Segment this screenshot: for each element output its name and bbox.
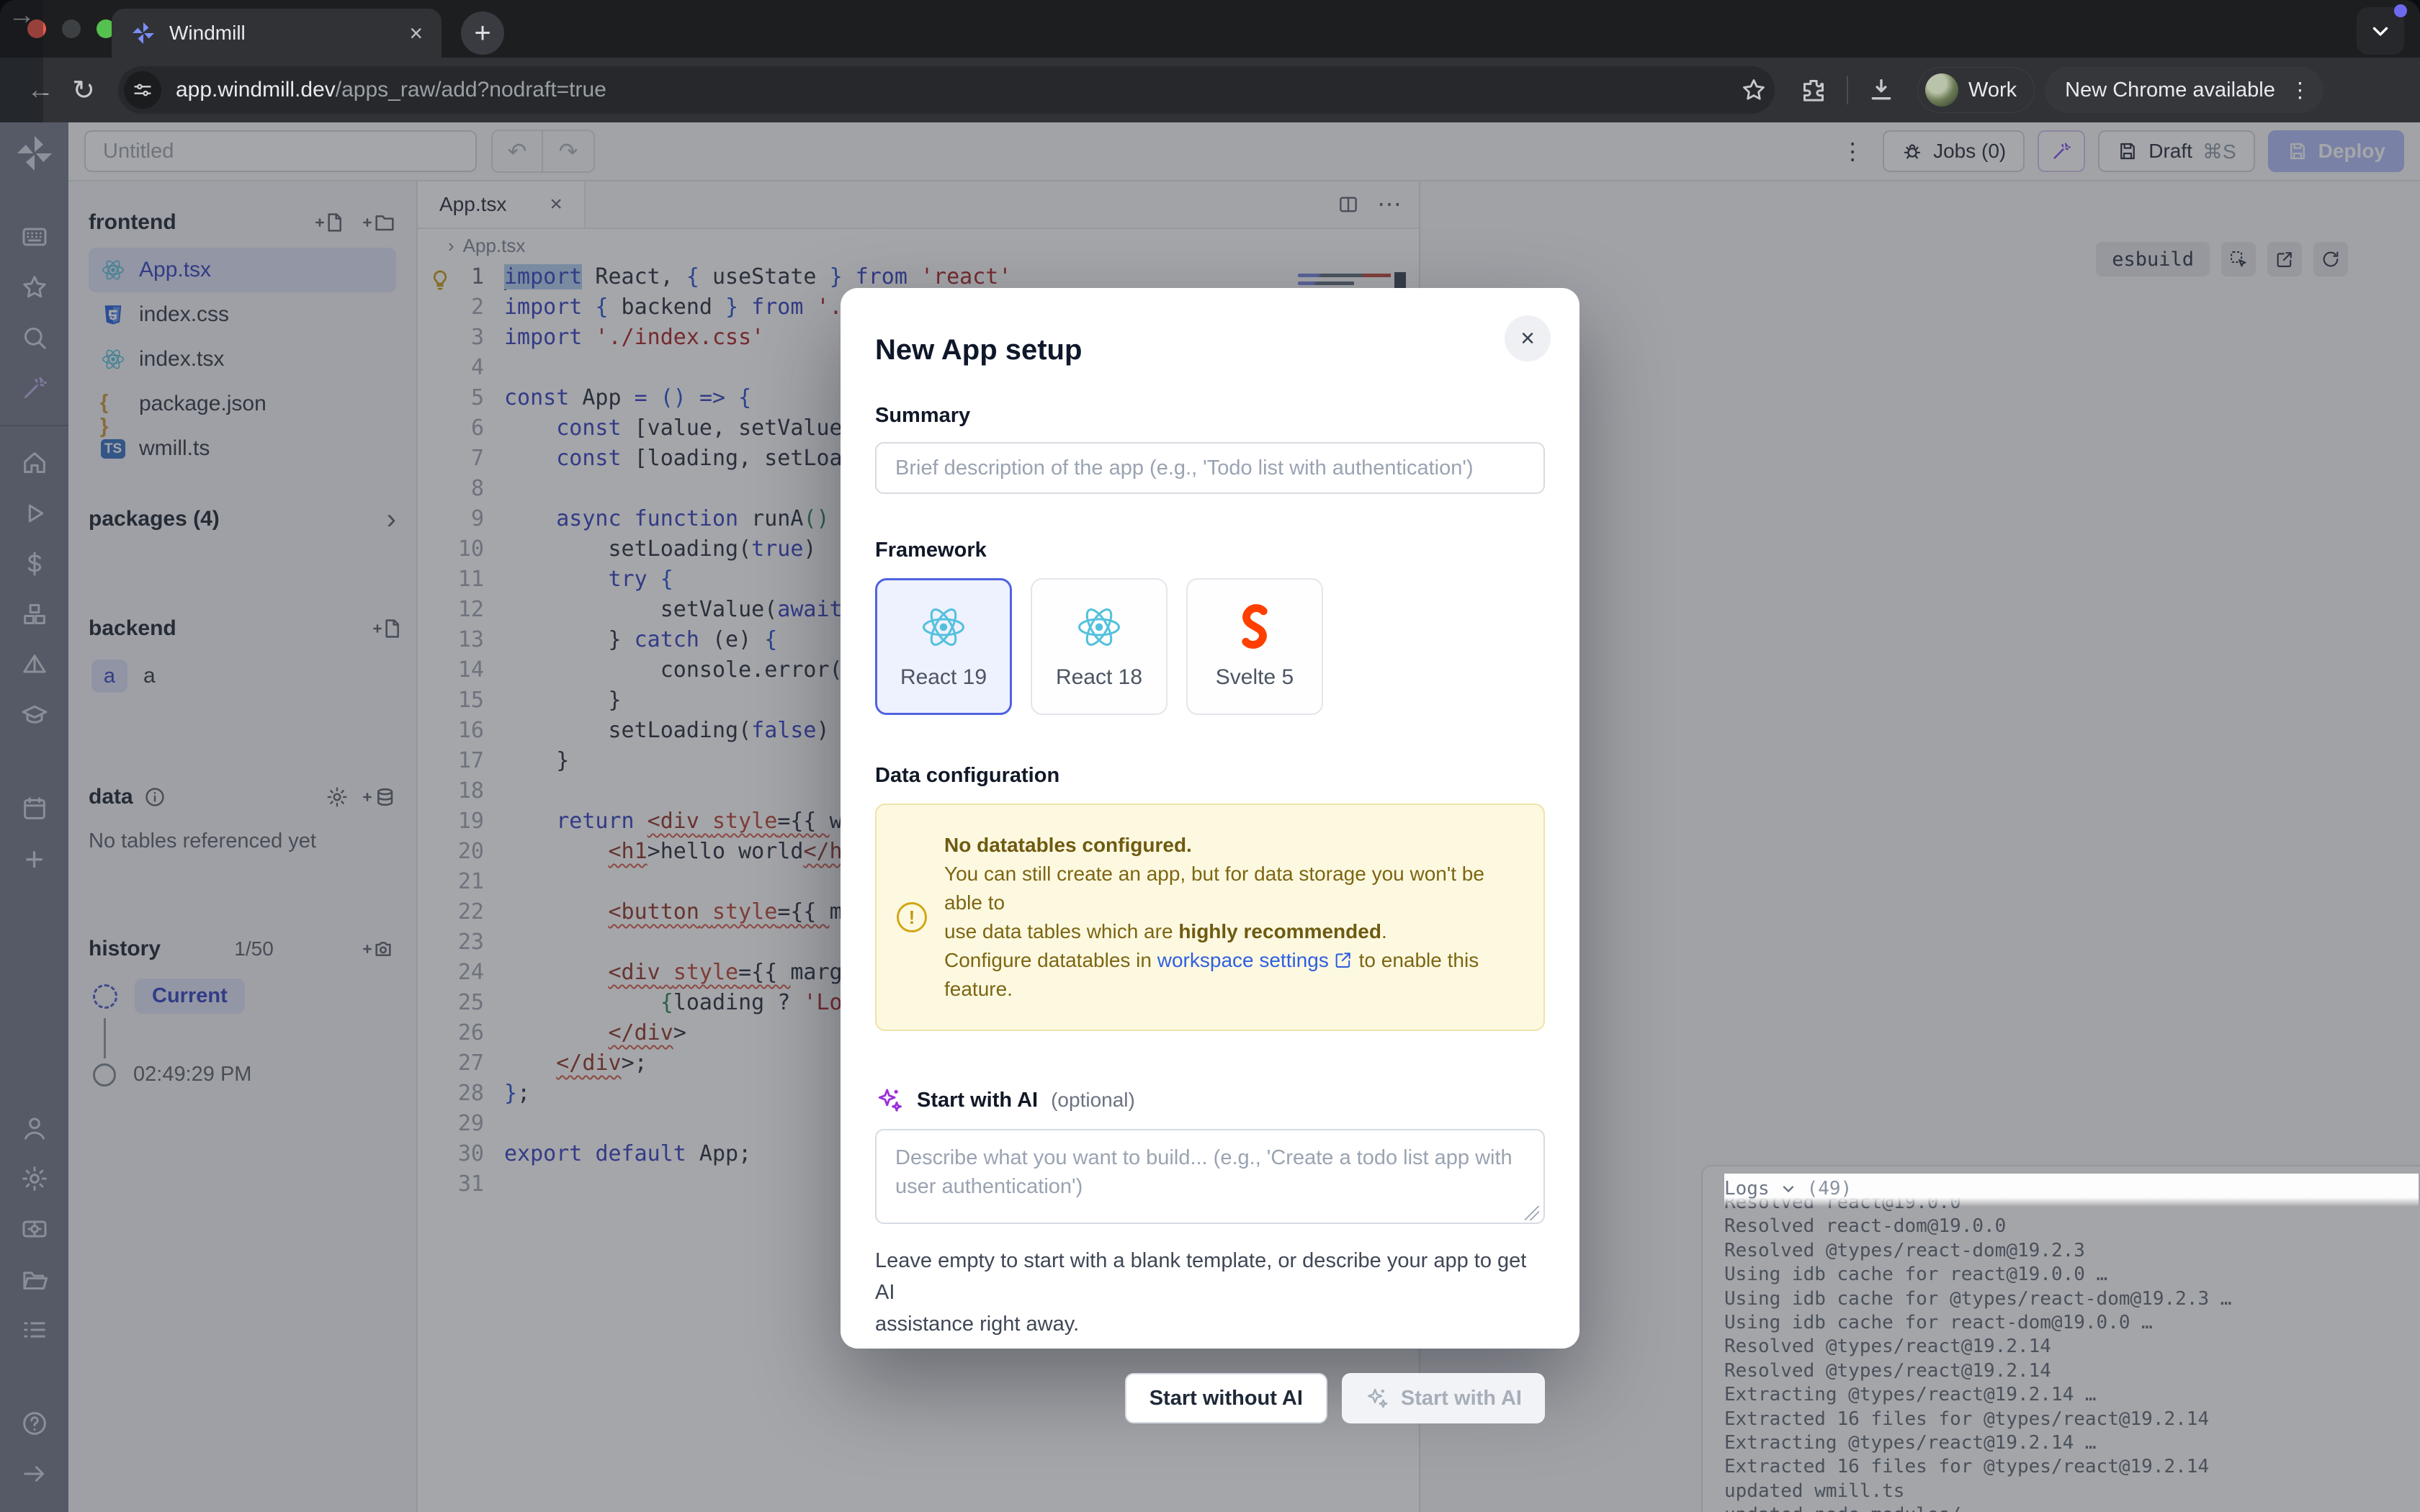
- modal-title: New App setup: [875, 334, 1545, 366]
- warning-icon: !: [897, 902, 927, 932]
- warning-title: No datatables configured.: [944, 834, 1192, 856]
- chevron-down-icon: [1780, 1180, 1797, 1197]
- sparkles-icon: [1365, 1386, 1389, 1410]
- downloads-icon[interactable]: [1867, 76, 1896, 104]
- profile-label: Work: [1968, 78, 2017, 102]
- divider: [1847, 76, 1848, 104]
- reload-button[interactable]: ↻: [62, 74, 105, 107]
- data-configuration-label: Data configuration: [875, 764, 1545, 788]
- url-host: app.windmill.dev: [176, 78, 336, 102]
- summary-label: Summary: [875, 404, 1545, 428]
- workspace-settings-link[interactable]: workspace settings: [1157, 949, 1329, 971]
- close-modal-button[interactable]: ×: [1505, 315, 1551, 361]
- logs-header[interactable]: Logs (49): [1724, 1174, 2419, 1207]
- omnibox[interactable]: app.windmill.dev/apps_raw/add?nodraft=tr…: [118, 66, 1775, 114]
- tab-search-button[interactable]: [2357, 7, 2404, 55]
- logs-count: (49): [1807, 1178, 1852, 1200]
- minimize-window-button[interactable]: [62, 19, 81, 38]
- start-with-ai-button[interactable]: Start with AI: [1342, 1373, 1545, 1423]
- notification-dot: [2394, 4, 2407, 17]
- browser-titlebar: Windmill × +: [0, 0, 2420, 58]
- logs-title: Logs: [1724, 1178, 1770, 1200]
- url-path: /apps_raw/add?nodraft=true: [336, 78, 606, 102]
- start-without-ai-button[interactable]: Start without AI: [1125, 1373, 1327, 1423]
- react-icon: [920, 603, 967, 651]
- framework-card-svelte-5[interactable]: Svelte 5: [1186, 578, 1323, 715]
- datatables-warning: ! No datatables configured. You can stil…: [875, 804, 1545, 1031]
- resize-handle[interactable]: [1525, 1206, 1539, 1220]
- browser-profile-button[interactable]: Work: [1917, 67, 2035, 113]
- sparkles-icon: [875, 1086, 904, 1115]
- react-icon: [1075, 603, 1123, 651]
- chrome-update-button[interactable]: New Chrome available ⋮: [2045, 67, 2323, 113]
- browser-window: Windmill × + ← → ↻ app.windmill.dev/apps…: [0, 0, 2420, 1512]
- update-label: New Chrome available: [2065, 78, 2275, 102]
- extensions-icon[interactable]: [1799, 76, 1828, 104]
- site-settings-icon[interactable]: [124, 71, 161, 109]
- tab-title: Windmill: [169, 22, 246, 45]
- framework-options: React 19React 18Svelte 5: [875, 578, 1545, 715]
- summary-input[interactable]: [875, 442, 1545, 494]
- new-app-setup-modal: × New App setup Summary Framework React …: [841, 288, 1579, 1349]
- windmill-favicon: [130, 20, 156, 46]
- tab-close-icon[interactable]: ×: [409, 20, 423, 47]
- framework-card-react-18[interactable]: React 18: [1031, 578, 1168, 715]
- start-with-ai-label: Start with AI: [917, 1089, 1038, 1112]
- chevron-down-icon: [2368, 19, 2393, 43]
- svelte-icon: [1231, 603, 1278, 651]
- optional-hint: (optional): [1051, 1089, 1135, 1112]
- framework-card-react-19[interactable]: React 19: [875, 578, 1012, 715]
- ai-prompt-textarea[interactable]: [875, 1129, 1545, 1224]
- browser-tab[interactable]: Windmill ×: [112, 9, 442, 58]
- ai-helper-text: Leave empty to start with a blank templa…: [875, 1245, 1545, 1340]
- page: + Untitled ↶ ↷ ⋮ Jobs (0): [0, 122, 2420, 1512]
- bookmark-star-icon[interactable]: [1740, 76, 1767, 104]
- external-link-icon: [1333, 950, 1353, 970]
- browser-url-bar: ← → ↻ app.windmill.dev/apps_raw/add?nodr…: [0, 58, 2420, 122]
- avatar: [1925, 73, 1958, 107]
- framework-label: Framework: [875, 539, 1545, 562]
- new-tab-button[interactable]: +: [461, 12, 504, 55]
- browser-menu-icon[interactable]: ⋮: [2290, 78, 2311, 103]
